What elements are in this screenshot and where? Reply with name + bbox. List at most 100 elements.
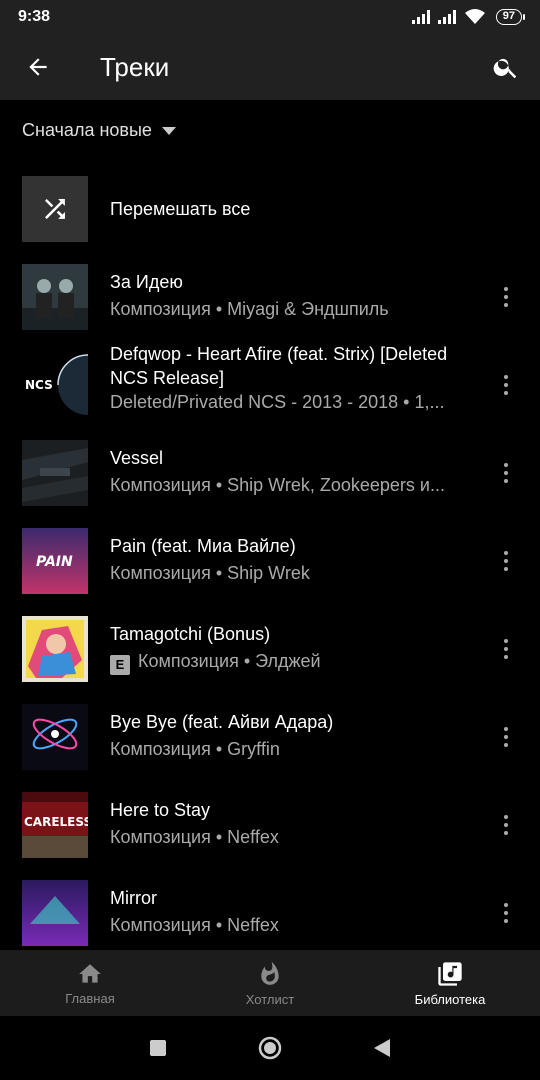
back-triangle-icon[interactable] [373,1038,391,1058]
track-title: Defqwop - Heart Afire (feat. Strix) [Del… [110,344,448,388]
more-dot [504,383,508,387]
more-dot [504,815,508,819]
track-subtitle: Композиция • Neffex [110,827,279,847]
more-dot [504,639,508,643]
signal-icon-2 [437,10,456,24]
album-art: CARELESS [22,792,88,858]
back-button[interactable] [22,51,54,83]
more-dot [504,479,508,483]
page-title: Треки [100,52,170,82]
album-art: PAIN [22,528,88,594]
status-bar: 9:38 97 [0,0,540,34]
more-dot [504,743,508,747]
bottom-nav: Главная Хотлист Библиотека [0,950,540,1016]
more-dot [504,823,508,827]
shuffle-icon [45,199,65,219]
more-dot [504,727,508,731]
home-icon [79,963,101,983]
more-options-button[interactable] [496,812,516,838]
system-nav-bar [0,1016,540,1080]
recents-square-icon[interactable] [149,1039,167,1057]
track-title: Vessel [110,448,164,468]
track-title: Bye Bye (feat. Айви Адара) [110,712,334,732]
status-icons: 97 [411,9,526,25]
more-options-button[interactable] [496,460,516,486]
more-dot [504,911,508,915]
more-options-button[interactable] [496,900,516,926]
search-icon [493,58,517,79]
track-row[interactable]: Mirror Композиция • Neffex [22,880,540,946]
signal-icon [411,10,430,24]
more-dot [504,551,508,555]
track-row[interactable]: NCS Defqwop - Heart Afire (feat. Strix) … [22,344,540,418]
shuffle-all-label: Перемешать все [110,199,251,219]
track-subtitle: Композиция • Neffex [110,915,279,935]
back-arrow-icon [29,58,47,76]
track-subtitle: Композиция • Gryffin [110,739,280,759]
explicit-badge: E [110,655,130,675]
album-art: NCS [22,352,88,418]
track-subtitle: E Композиция • Элджей [110,651,480,675]
track-row[interactable]: Tamagotchi (Bonus) E Композиция • Элджей [22,616,540,682]
nav-hotlist[interactable]: Хотлист [180,950,360,1016]
careless-art-text: CARELESS [24,815,88,829]
track-row[interactable]: Vessel Композиция • Ship Wrek, Zookeeper… [22,440,540,506]
home-circle-icon[interactable] [257,1035,283,1061]
sort-label: Сначала новые [22,120,152,140]
app-bar: Треки [0,34,540,100]
more-dot [504,303,508,307]
nav-home-label: Главная [65,990,115,1006]
track-title: Here to Stay [110,800,211,820]
more-options-button[interactable] [496,284,516,310]
album-art [22,616,88,682]
more-dot [504,903,508,907]
more-dot [504,559,508,563]
track-title: Mirror [110,888,157,908]
track-title: Tamagotchi (Bonus) [110,624,271,644]
library-music-icon [438,961,462,986]
ncs-logo-text: NCS [25,378,53,392]
track-title: За Идею [110,272,183,292]
more-dot [504,567,508,571]
more-options-button[interactable] [496,548,516,574]
track-title: Pain (feat. Миа Вайле) [110,536,296,556]
more-dot [504,735,508,739]
pain-art-text: PAIN [36,554,73,570]
nav-home[interactable]: Главная [0,950,180,1016]
track-subtitle-text: Композиция • Элджей [138,651,321,671]
more-dot [504,647,508,651]
album-art [22,880,88,946]
more-options-button[interactable] [496,636,516,662]
dropdown-arrow-icon [161,126,176,135]
track-row[interactable]: За Идею Композиция • Miyagi & Эндшпиль [22,264,540,330]
sort-dropdown[interactable]: Сначала новые [22,120,176,141]
more-dot [504,295,508,299]
more-dot [504,375,508,379]
track-subtitle: Композиция • Ship Wrek, Zookeepers и... [110,475,445,495]
wifi-icon [464,9,485,24]
status-time: 9:38 [18,8,51,25]
more-dot [504,919,508,923]
shuffle-tile [22,176,88,242]
more-options-button[interactable] [496,724,516,750]
flame-icon [261,961,279,985]
more-dot [504,391,508,395]
track-subtitle: Композиция • Miyagi & Эндшпиль [110,299,389,319]
album-art [22,704,88,770]
album-art [22,264,88,330]
search-button[interactable] [490,51,522,83]
shuffle-all-button[interactable]: Перемешать все [22,176,518,242]
battery-indicator: 97 [495,9,526,25]
track-subtitle: Deleted/Privated NCS - 2013 - 2018 • 1,.… [110,392,445,412]
track-row[interactable]: PAIN Pain (feat. Миа Вайле) Композиция •… [22,528,540,594]
album-art [22,440,88,506]
more-dot [504,831,508,835]
nav-library[interactable]: Библиотека [360,950,540,1016]
track-row[interactable]: CARELESS Here to Stay Композиция • Neffe… [22,792,540,858]
more-options-button[interactable] [496,372,516,398]
more-dot [504,655,508,659]
nav-library-label: Библиотека [414,991,486,1007]
nav-hotlist-label: Хотлист [245,991,295,1007]
track-row[interactable]: Bye Bye (feat. Айви Адара) Композиция • … [22,704,540,770]
more-dot [504,471,508,475]
